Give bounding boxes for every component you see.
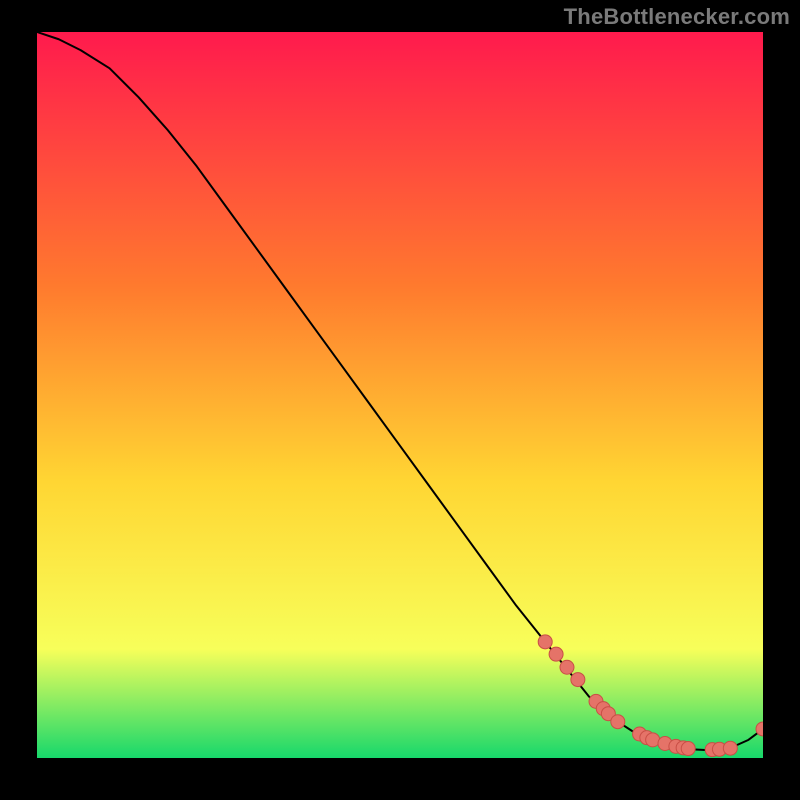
data-marker (611, 715, 625, 729)
gradient-background (37, 32, 763, 758)
attribution-text: TheBottlenecker.com (564, 4, 790, 30)
data-marker (571, 673, 585, 687)
data-marker (560, 660, 574, 674)
data-marker (681, 742, 695, 756)
data-marker (723, 741, 737, 755)
chart-stage: TheBottlenecker.com (0, 0, 800, 800)
bottleneck-chart (37, 32, 763, 758)
data-marker (646, 733, 660, 747)
data-marker (549, 647, 563, 661)
plot-area (37, 32, 763, 758)
data-marker (538, 635, 552, 649)
